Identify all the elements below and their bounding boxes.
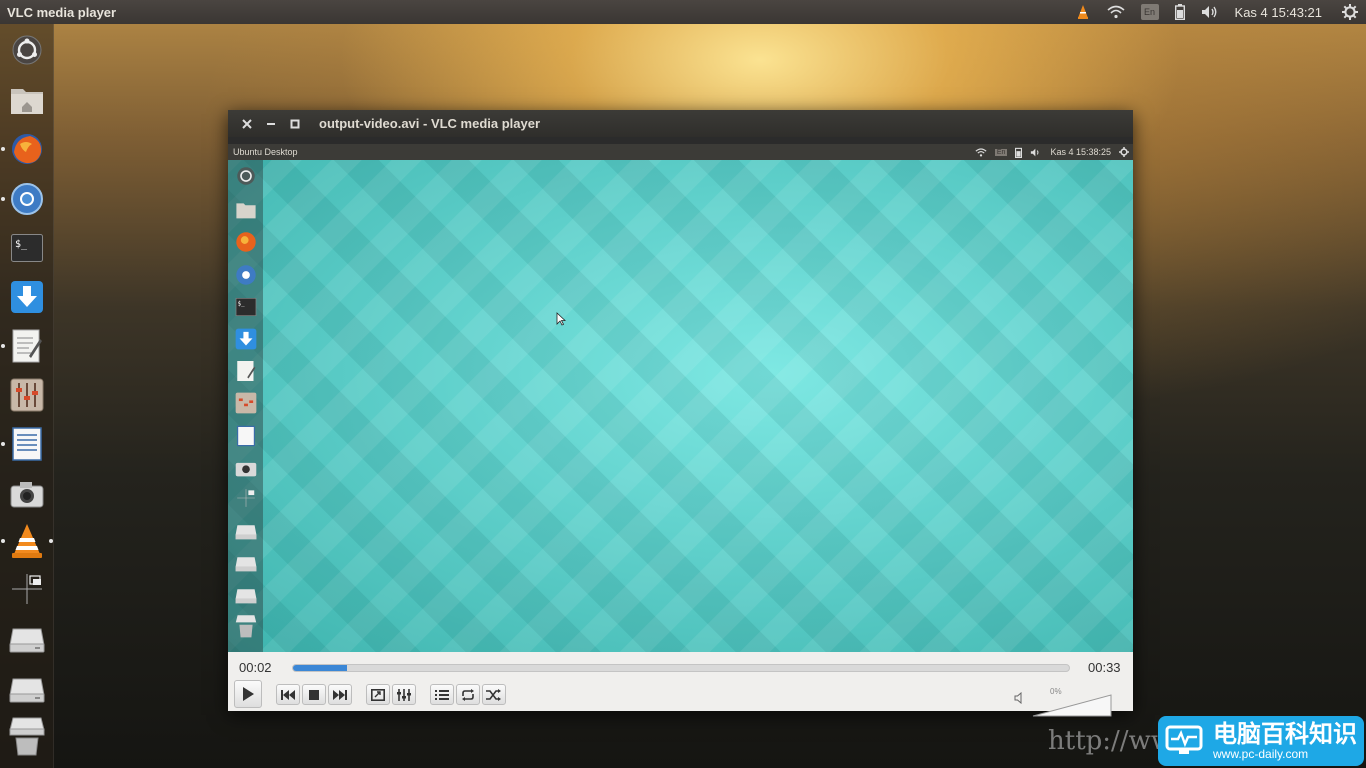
drive-icon — [234, 552, 258, 576]
trash-icon[interactable] — [7, 716, 47, 756]
session-gear-icon[interactable] — [1334, 0, 1366, 24]
play-icon — [243, 687, 254, 701]
video-frame-tray: En Kas 4 15:38:25 — [975, 144, 1129, 160]
fullscreen-icon — [371, 688, 385, 701]
trash-icon — [234, 614, 258, 638]
previous-icon — [281, 689, 295, 700]
files-folder-icon — [234, 198, 258, 222]
drive-icon[interactable] — [7, 620, 47, 660]
total-time: 00:33 — [1088, 660, 1121, 675]
volume-icon — [1031, 148, 1039, 156]
close-button[interactable] — [235, 112, 259, 136]
elapsed-time: 00:02 — [239, 660, 272, 675]
system-tray: En Kas 4 15:43:21 — [1067, 0, 1366, 24]
workspace-switcher-icon[interactable] — [7, 569, 47, 609]
camera-icon — [234, 456, 258, 480]
vlc-tray-icon[interactable] — [1067, 0, 1099, 24]
extended-settings-button[interactable] — [392, 684, 416, 705]
fullscreen-button[interactable] — [366, 684, 390, 705]
chromium-icon[interactable] — [1, 179, 47, 219]
text-editor-icon[interactable] — [1, 326, 47, 366]
volume-slider[interactable] — [1032, 694, 1112, 718]
video-frame-launcher: $_ — [228, 160, 263, 652]
text-editor-icon — [234, 359, 258, 383]
video-frame-topbar: Ubuntu Desktop En Kas 4 15:38:25 — [228, 144, 1133, 160]
system-settings-icon — [234, 391, 258, 415]
drive-icon[interactable] — [7, 670, 47, 710]
system-settings-icon[interactable] — [7, 375, 47, 415]
stop-button[interactable] — [302, 684, 326, 705]
watermark-text: 电脑百科知识 www.pc-daily.com — [1213, 721, 1357, 761]
top-panel: VLC media player En Kas 4 15:43:21 — [0, 0, 1366, 24]
video-frame-panel-title: Ubuntu Desktop — [233, 147, 298, 157]
mouse-cursor-icon — [556, 312, 566, 326]
loop-icon — [462, 688, 474, 701]
firefox-icon — [234, 230, 258, 254]
document-viewer-icon[interactable] — [1, 424, 47, 464]
document-viewer-icon — [234, 424, 258, 448]
playlist-button[interactable] — [430, 684, 454, 705]
camera-icon[interactable] — [7, 474, 47, 514]
software-updater-icon[interactable] — [7, 277, 47, 317]
seek-progress — [293, 665, 348, 671]
wifi-icon[interactable] — [1099, 0, 1133, 24]
window-title: output-video.avi - VLC media player — [319, 116, 541, 131]
files-folder-icon[interactable] — [7, 80, 47, 120]
active-app-title: VLC media player — [7, 4, 117, 20]
firefox-icon[interactable] — [1, 129, 47, 169]
vlc-icon[interactable] — [1, 521, 53, 561]
drive-icon — [234, 520, 258, 544]
clock[interactable]: Kas 4 15:43:21 — [1227, 0, 1334, 24]
terminal-icon[interactable]: $_ — [7, 228, 47, 268]
next-icon — [333, 689, 347, 700]
stop-icon — [309, 689, 319, 700]
workspace-switcher-icon — [234, 486, 258, 510]
software-updater-icon — [234, 327, 258, 351]
shuffle-icon — [486, 688, 501, 701]
gear-icon — [1119, 147, 1129, 157]
launcher: $_ — [0, 24, 54, 768]
loop-button[interactable] — [456, 684, 480, 705]
vlc-titlebar[interactable]: output-video.avi - VLC media player — [228, 110, 1133, 137]
minimize-button[interactable] — [259, 112, 283, 136]
seek-slider[interactable] — [292, 664, 1070, 672]
monitor-heartbeat-icon — [1161, 718, 1207, 764]
watermark-brand-name: 电脑百科知识 — [1213, 720, 1357, 748]
playback-controls: 00:02 00:33 0% — [228, 652, 1133, 717]
watermark-badge: 电脑百科知识 www.pc-daily.com — [1158, 716, 1364, 766]
watermark-url: http://ww — [1048, 726, 1174, 756]
maximize-button[interactable] — [283, 112, 307, 136]
video-frame-clock: Kas 4 15:38:25 — [1050, 147, 1111, 157]
watermark-brand-site: www.pc-daily.com — [1213, 747, 1309, 761]
equalizer-icon — [397, 688, 411, 701]
close-icon — [242, 118, 252, 129]
wifi-icon — [975, 147, 987, 157]
shuffle-button[interactable] — [482, 684, 506, 705]
play-button[interactable] — [234, 680, 262, 708]
svg-text:$_: $_ — [238, 302, 245, 308]
keyboard-indicator[interactable]: En — [1133, 0, 1167, 24]
dash-home-icon[interactable] — [7, 30, 47, 70]
dash-home-icon — [234, 164, 258, 188]
previous-button[interactable] — [276, 684, 300, 705]
keyboard-indicator: En — [994, 148, 1008, 156]
vlc-window: output-video.avi - VLC media player Ubun… — [228, 110, 1133, 717]
mute-speaker-icon[interactable] — [1014, 692, 1026, 704]
terminal-icon: $_ — [234, 295, 258, 319]
chromium-icon — [234, 263, 258, 287]
next-button[interactable] — [328, 684, 352, 705]
volume-icon[interactable] — [1193, 0, 1227, 24]
video-output[interactable]: Ubuntu Desktop En Kas 4 15:38:25 $_ — [228, 144, 1133, 652]
battery-icon — [1015, 147, 1023, 158]
minimize-icon — [267, 122, 275, 125]
battery-icon[interactable] — [1167, 0, 1193, 24]
playlist-icon — [435, 689, 449, 700]
svg-text:$_: $_ — [15, 239, 28, 250]
drive-icon — [234, 584, 258, 608]
maximize-icon — [290, 119, 300, 128]
